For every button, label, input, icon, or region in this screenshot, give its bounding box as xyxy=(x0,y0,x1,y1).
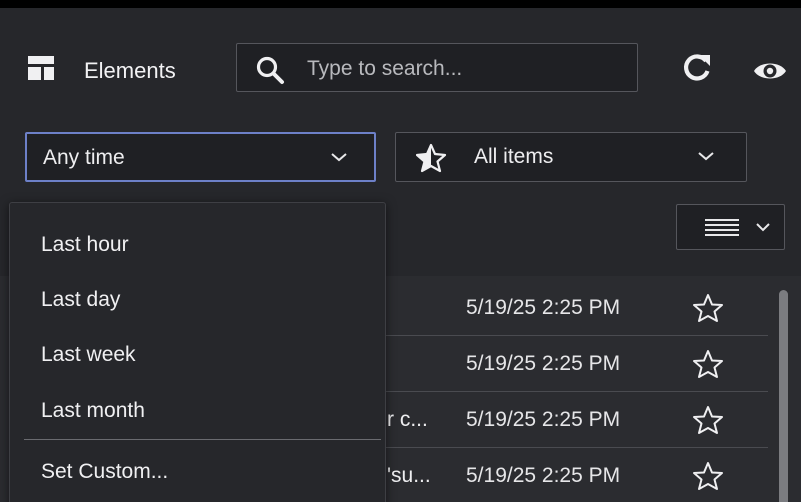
search-icon xyxy=(256,56,284,84)
menu-item-last-day[interactable]: Last day xyxy=(10,276,385,326)
row-date: 5/19/25 2:25 PM xyxy=(466,408,621,431)
menu-item-last-hour[interactable]: Last hour xyxy=(10,221,385,271)
list-view-icon xyxy=(705,219,739,236)
chevron-down-icon xyxy=(698,152,714,161)
search-box[interactable] xyxy=(236,43,638,92)
time-filter-menu: Last hour Last day Last week Last month … xyxy=(9,202,386,502)
eye-icon[interactable] xyxy=(752,58,788,84)
view-mode-button[interactable] xyxy=(676,204,785,250)
time-filter-value: Any time xyxy=(43,146,125,169)
menu-item-last-week[interactable]: Last week xyxy=(10,331,385,381)
items-filter-value: All items xyxy=(474,145,554,168)
star-filter-icon xyxy=(416,143,447,173)
menu-item-last-month[interactable]: Last month xyxy=(10,387,385,437)
scrollbar-thumb[interactable] xyxy=(779,290,788,502)
items-filter-dropdown[interactable]: All items xyxy=(395,132,747,182)
star-icon[interactable] xyxy=(692,404,724,436)
row-name: 'su... xyxy=(387,464,431,487)
star-icon[interactable] xyxy=(692,460,724,492)
elements-icon xyxy=(28,56,54,80)
menu-divider xyxy=(24,439,381,440)
star-icon[interactable] xyxy=(692,292,724,324)
menu-item-set-custom[interactable]: Set Custom... xyxy=(10,448,385,498)
search-input[interactable] xyxy=(305,54,629,84)
row-name: r c... xyxy=(387,408,428,431)
header: Elements xyxy=(0,8,801,108)
star-icon[interactable] xyxy=(692,348,724,380)
chevron-down-icon xyxy=(756,223,770,232)
row-date: 5/19/25 2:25 PM xyxy=(466,352,621,375)
refresh-icon[interactable] xyxy=(682,52,712,82)
panel-title: Elements xyxy=(84,58,176,83)
elements-panel: Elements Any time All items xyxy=(0,8,801,502)
row-date: 5/19/25 2:25 PM xyxy=(466,464,621,487)
chevron-down-icon xyxy=(331,153,347,162)
time-filter-dropdown[interactable]: Any time xyxy=(25,132,376,182)
row-date: 5/19/25 2:25 PM xyxy=(466,296,621,319)
